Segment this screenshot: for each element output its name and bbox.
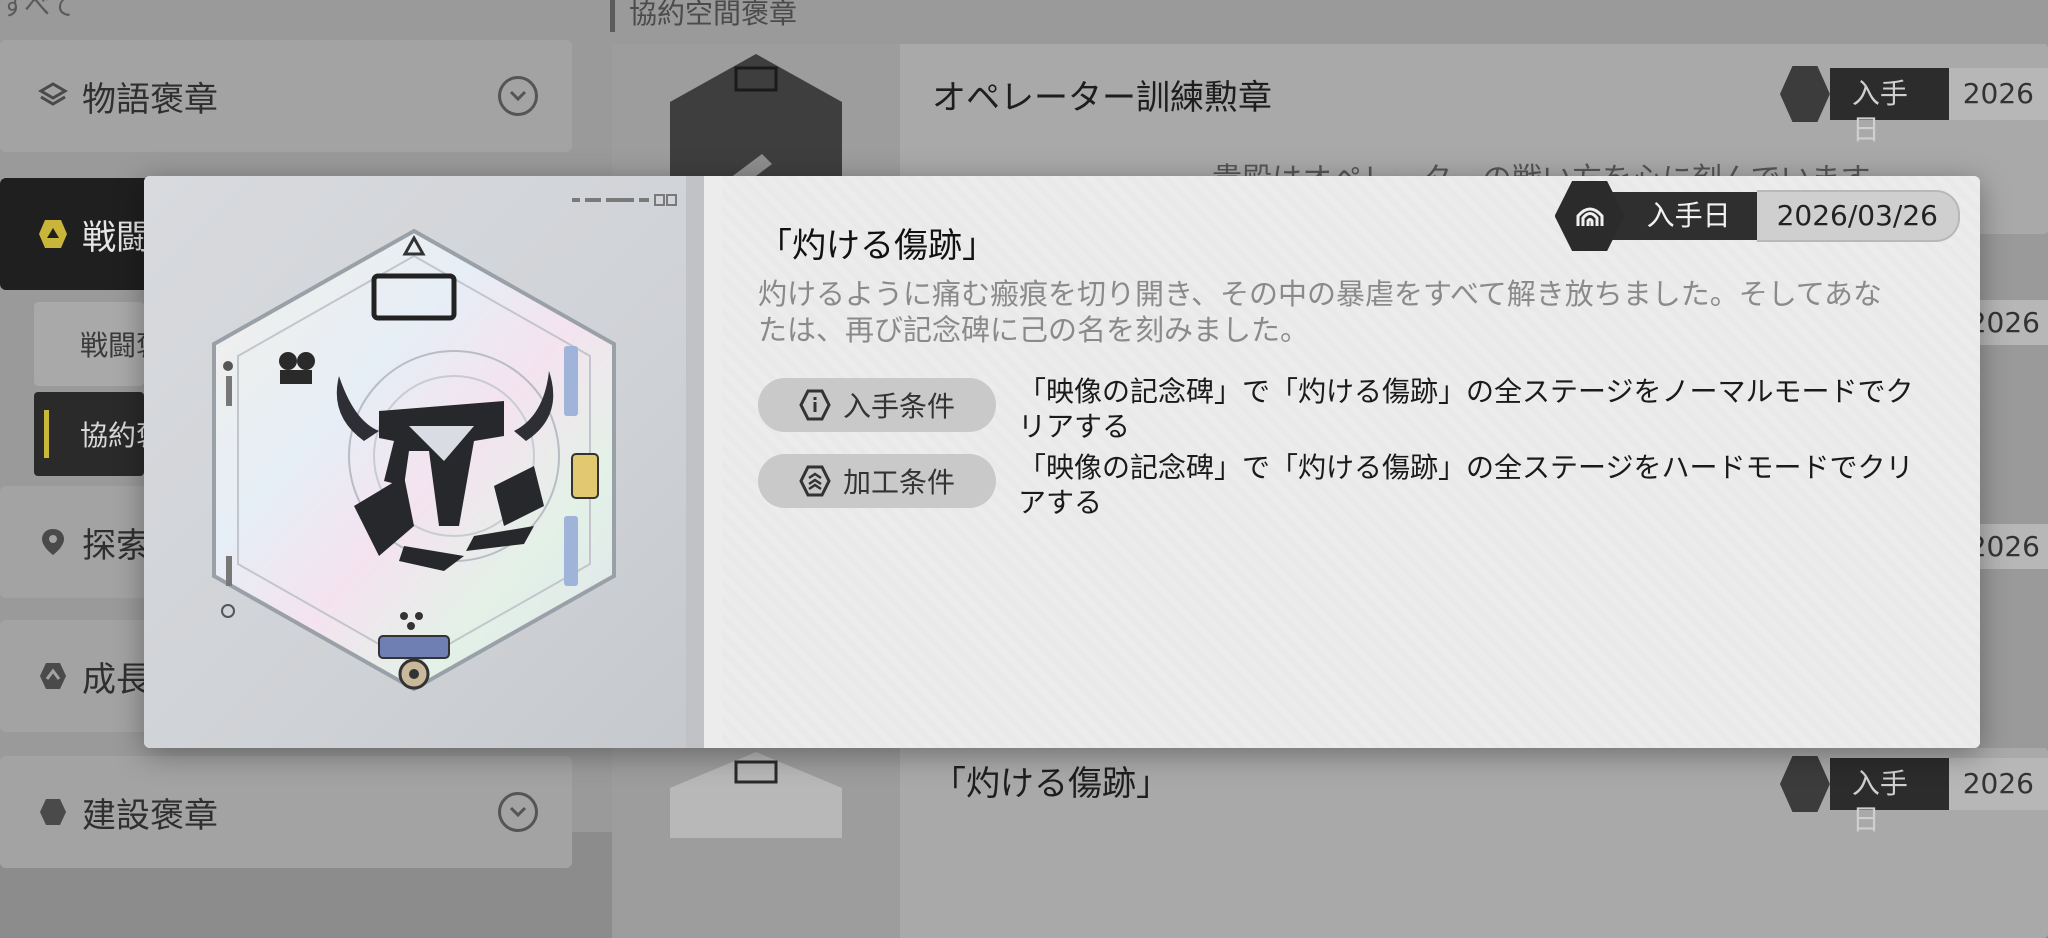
medal-hex-icon <box>1780 756 1830 812</box>
info-icon <box>799 389 831 421</box>
medal-hex-icon <box>1780 66 1830 122</box>
medal-title: 「灼ける傷跡」 <box>758 226 996 266</box>
medal-thumbnail <box>612 748 900 938</box>
sidebar-category-label: 物語褒章 <box>82 79 218 120</box>
medal-description: 灼けるように痛む瘢痕を切り開き、その中の暴虐をすべて解き放ちました。そしてあなた… <box>758 277 1883 347</box>
medal-preview-panel <box>144 176 704 748</box>
build-icon <box>36 795 70 829</box>
scorched-scar-medal-icon <box>212 228 616 692</box>
list-item-title: オペレーター訓練勲章 <box>932 78 1272 118</box>
decorative-ticks <box>572 194 678 206</box>
list-item-date: 入手日 2026 <box>1780 66 2048 146</box>
acquired-date-value: 2026/03/26 <box>1756 190 1960 242</box>
chevron-down-icon[interactable] <box>498 792 538 832</box>
chevron-down-icon[interactable] <box>498 76 538 116</box>
story-icon <box>36 79 70 113</box>
sidebar-category-story[interactable]: 物語褒章 <box>0 40 572 152</box>
acquisition-condition: 入手条件 「映像の記念碑」で「灼ける傷跡」の全ステージをノーマルモードでクリアす… <box>758 375 1918 444</box>
list-item-date: 入手日 2026 <box>1780 756 2048 836</box>
medal-detail-modal[interactable]: 「灼ける傷跡」 灼けるように痛む瘢痕を切り開き、その中の暴虐をすべて解き放ちまし… <box>144 176 1980 748</box>
combat-icon <box>36 217 70 251</box>
crafting-condition-badge: 加工条件 <box>758 454 996 508</box>
acquisition-condition-text: 「映像の記念碑」で「灼ける傷跡」の全ステージをノーマルモードでクリアする <box>1018 375 1914 443</box>
crafting-condition: 加工条件 「映像の記念碑」で「灼ける傷跡」の全ステージをハードモードでクリアする <box>758 451 1918 520</box>
sidebar-category-label: 建設褒章 <box>82 795 218 836</box>
list-item[interactable]: 「灼ける傷跡」 入手日 2026 <box>612 748 2048 938</box>
medal-info-panel: 「灼ける傷跡」 灼けるように痛む瘢痕を切り開き、その中の暴虐をすべて解き放ちまし… <box>722 176 1980 748</box>
craft-icon <box>799 465 831 497</box>
acquisition-condition-badge: 入手条件 <box>758 378 996 432</box>
crafting-condition-text: 「映像の記念碑」で「灼ける傷跡」の全ステージをハードモードでクリアする <box>1018 451 1914 519</box>
sidebar-subitem-contract[interactable]: 協約褒章 <box>34 392 192 476</box>
growth-icon <box>36 659 70 693</box>
acquired-date-label: 入手日 <box>1606 192 1757 240</box>
sidebar-subitem-combat[interactable]: 戦闘褒章 <box>34 302 192 386</box>
section-title: 協約空間褒章 <box>610 0 797 32</box>
list-item-title: 「灼ける傷跡」 <box>932 764 1170 804</box>
map-pin-icon <box>36 525 70 559</box>
sidebar-category-build[interactable]: 建設褒章 <box>0 756 572 868</box>
acquired-date-pill: 入手日 2026/03/26 <box>1554 181 1960 251</box>
